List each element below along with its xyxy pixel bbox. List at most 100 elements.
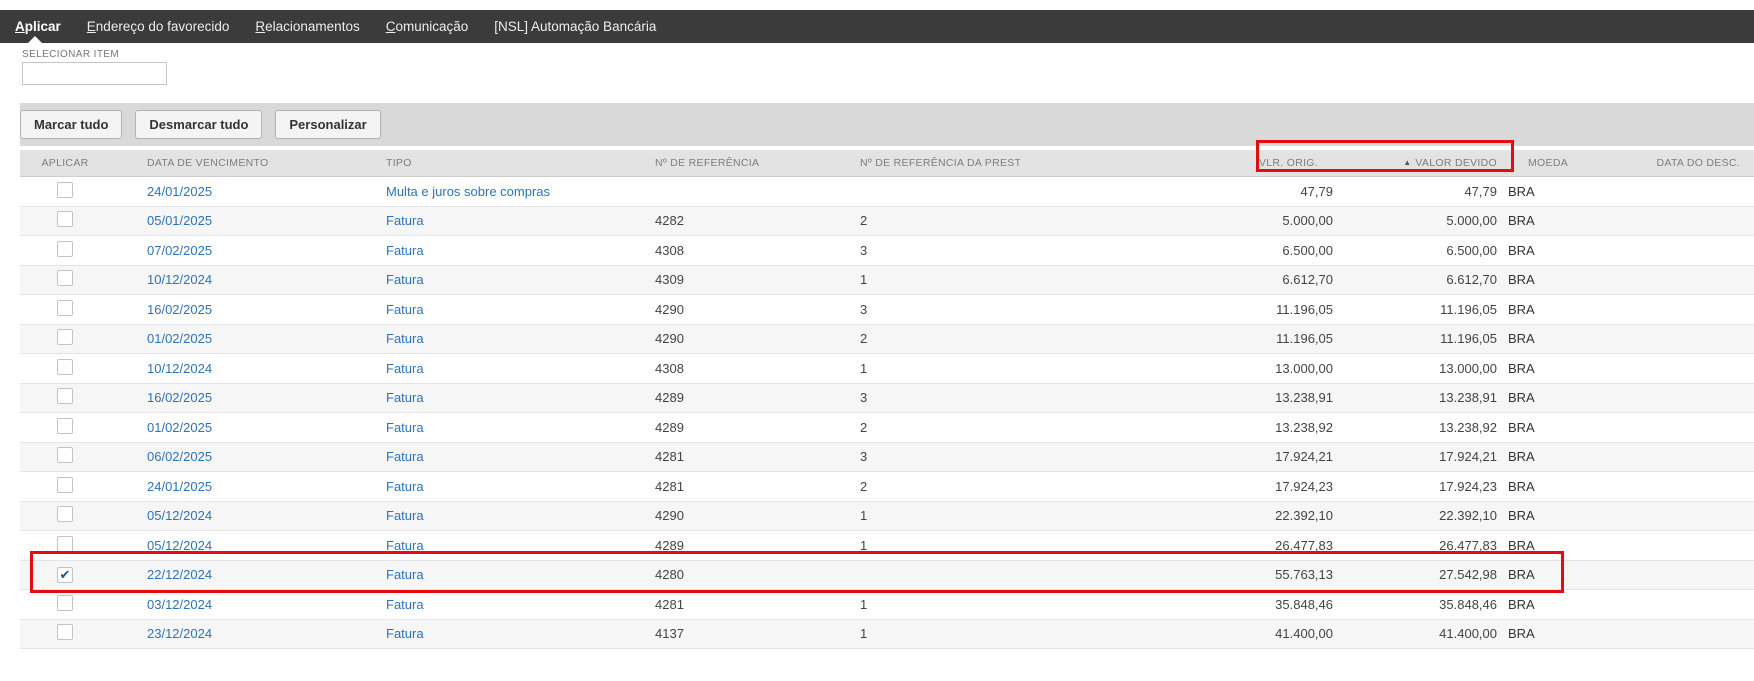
tipo-link[interactable]: Fatura	[386, 272, 424, 287]
vlr-orig-cell: 13.000,00	[1020, 361, 1340, 376]
tipo-link[interactable]: Fatura	[386, 626, 424, 641]
table-row: 03/12/2024 Fatura 4281 1 35.848,46 35.84…	[20, 590, 1754, 620]
aplicar-cell	[20, 447, 110, 466]
table-row: 10/12/2024 Fatura 4309 1 6.612,70 6.612,…	[20, 266, 1754, 296]
valor-devido-cell: 26.477,83	[1340, 538, 1504, 553]
column-header-aplicar[interactable]: APLICAR	[20, 157, 110, 169]
tipo-cell: Fatura	[350, 597, 600, 612]
row-checkbox[interactable]	[57, 329, 73, 345]
column-header-data-do-desc[interactable]: DATA DO DESC.	[1580, 157, 1754, 169]
referencia-cell: 4280	[600, 567, 780, 582]
tab-nsl-automacao-bancaria[interactable]: [NSL] Automação Bancária	[481, 10, 669, 43]
row-checkbox[interactable]	[57, 270, 73, 286]
column-header-tipo[interactable]: TIPO	[350, 157, 600, 169]
sort-ascending-icon: ▲	[1403, 158, 1411, 167]
tipo-link[interactable]: Fatura	[386, 538, 424, 553]
row-checkbox[interactable]	[57, 506, 73, 522]
tipo-link[interactable]: Fatura	[386, 597, 424, 612]
aplicar-cell	[20, 506, 110, 525]
row-checkbox[interactable]	[57, 300, 73, 316]
aplicar-cell	[20, 182, 110, 201]
tipo-link[interactable]: Fatura	[386, 449, 424, 464]
row-checkbox[interactable]	[57, 624, 73, 640]
referencia-prestacao-cell: 3	[780, 302, 1020, 317]
column-header-data-de-vencimento[interactable]: DATA DE VENCIMENTO	[110, 157, 350, 169]
table-row: 01/02/2025 Fatura 4290 2 11.196,05 11.19…	[20, 325, 1754, 355]
due-date-link[interactable]: 03/12/2024	[147, 597, 212, 612]
due-date-link[interactable]: 24/01/2025	[147, 184, 212, 199]
due-date-link[interactable]: 05/12/2024	[147, 508, 212, 523]
row-checkbox[interactable]	[57, 241, 73, 257]
due-date-link[interactable]: 01/02/2025	[147, 331, 212, 346]
tipo-link[interactable]: Fatura	[386, 331, 424, 346]
tipo-link[interactable]: Fatura	[386, 479, 424, 494]
due-date-link[interactable]: 22/12/2024	[147, 567, 212, 582]
row-checkbox[interactable]	[57, 182, 73, 198]
row-checkbox[interactable]	[57, 477, 73, 493]
table-header-row: APLICAR DATA DE VENCIMENTO TIPO Nº DE RE…	[20, 150, 1754, 177]
table-row: 23/12/2024 Fatura 4137 1 41.400,00 41.40…	[20, 620, 1754, 650]
due-date-link[interactable]: 16/02/2025	[147, 302, 212, 317]
table-row: 16/02/2025 Fatura 4289 3 13.238,91 13.23…	[20, 384, 1754, 414]
personalizar-button[interactable]: Personalizar	[275, 110, 380, 139]
vlr-orig-cell: 17.924,21	[1020, 449, 1340, 464]
tipo-cell: Fatura	[350, 626, 600, 641]
tipo-link[interactable]: Fatura	[386, 243, 424, 258]
due-date-link[interactable]: 01/02/2025	[147, 420, 212, 435]
vlr-orig-cell: 35.848,46	[1020, 597, 1340, 612]
due-date-cell: 06/02/2025	[110, 449, 350, 464]
column-header-valor-devido[interactable]: ▲VALOR DEVIDO	[1340, 157, 1504, 169]
due-date-link[interactable]: 23/12/2024	[147, 626, 212, 641]
table-row: 01/02/2025 Fatura 4289 2 13.238,92 13.23…	[20, 413, 1754, 443]
referencia-prestacao-cell: 1	[780, 626, 1020, 641]
row-checkbox[interactable]	[57, 536, 73, 552]
due-date-cell: 10/12/2024	[110, 361, 350, 376]
tipo-link[interactable]: Fatura	[386, 420, 424, 435]
due-date-link[interactable]: 06/02/2025	[147, 449, 212, 464]
row-checkbox[interactable]	[57, 418, 73, 434]
row-checkbox[interactable]	[57, 359, 73, 375]
tab-comunicacao[interactable]: Comunicação	[373, 10, 482, 43]
tipo-link[interactable]: Fatura	[386, 390, 424, 405]
due-date-cell: 24/01/2025	[110, 184, 350, 199]
due-date-link[interactable]: 05/12/2024	[147, 538, 212, 553]
referencia-prestacao-cell: 2	[780, 213, 1020, 228]
due-date-link[interactable]: 16/02/2025	[147, 390, 212, 405]
column-header-moeda[interactable]: MOEDA	[1504, 157, 1580, 169]
row-checkbox[interactable]	[57, 388, 73, 404]
tipo-link[interactable]: Fatura	[386, 508, 424, 523]
marcar-tudo-button[interactable]: Marcar tudo	[20, 110, 122, 139]
tipo-cell: Fatura	[350, 390, 600, 405]
tipo-link[interactable]: Fatura	[386, 302, 424, 317]
row-checkbox[interactable]: ✔	[57, 567, 73, 583]
due-date-link[interactable]: 10/12/2024	[147, 361, 212, 376]
column-header-no-de-referencia-da-prestacao[interactable]: Nº DE REFERÊNCIA DA PRESTAÇÃO	[780, 157, 1020, 169]
due-date-link[interactable]: 07/02/2025	[147, 243, 212, 258]
vlr-orig-cell: 6.500,00	[1020, 243, 1340, 258]
referencia-cell: 4289	[600, 538, 780, 553]
row-checkbox[interactable]	[57, 447, 73, 463]
referencia-prestacao-cell: 1	[780, 597, 1020, 612]
due-date-cell: 05/01/2025	[110, 213, 350, 228]
due-date-link[interactable]: 05/01/2025	[147, 213, 212, 228]
tipo-link[interactable]: Fatura	[386, 213, 424, 228]
desmarcar-tudo-button[interactable]: Desmarcar tudo	[135, 110, 262, 139]
due-date-cell: 23/12/2024	[110, 626, 350, 641]
tipo-link[interactable]: Multa e juros sobre compras	[386, 184, 550, 199]
tipo-link[interactable]: Fatura	[386, 361, 424, 376]
column-header-vlr-orig[interactable]: VLR. ORIG.	[1020, 157, 1340, 169]
due-date-link[interactable]: 24/01/2025	[147, 479, 212, 494]
column-header-no-de-referencia[interactable]: Nº DE REFERÊNCIA	[600, 157, 780, 169]
vlr-orig-cell: 13.238,91	[1020, 390, 1340, 405]
selecionar-item-input[interactable]	[22, 62, 167, 85]
tipo-link[interactable]: Fatura	[386, 567, 424, 582]
row-checkbox[interactable]	[57, 595, 73, 611]
due-date-link[interactable]: 10/12/2024	[147, 272, 212, 287]
moeda-cell: BRA	[1504, 361, 1580, 376]
tab-endereco-do-favorecido[interactable]: Endereço do favorecido	[74, 10, 243, 43]
due-date-cell: 05/12/2024	[110, 538, 350, 553]
referencia-cell: 4308	[600, 361, 780, 376]
row-checkbox[interactable]	[57, 211, 73, 227]
tab-relacionamentos[interactable]: Relacionamentos	[242, 10, 372, 43]
due-date-cell: 22/12/2024	[110, 567, 350, 582]
